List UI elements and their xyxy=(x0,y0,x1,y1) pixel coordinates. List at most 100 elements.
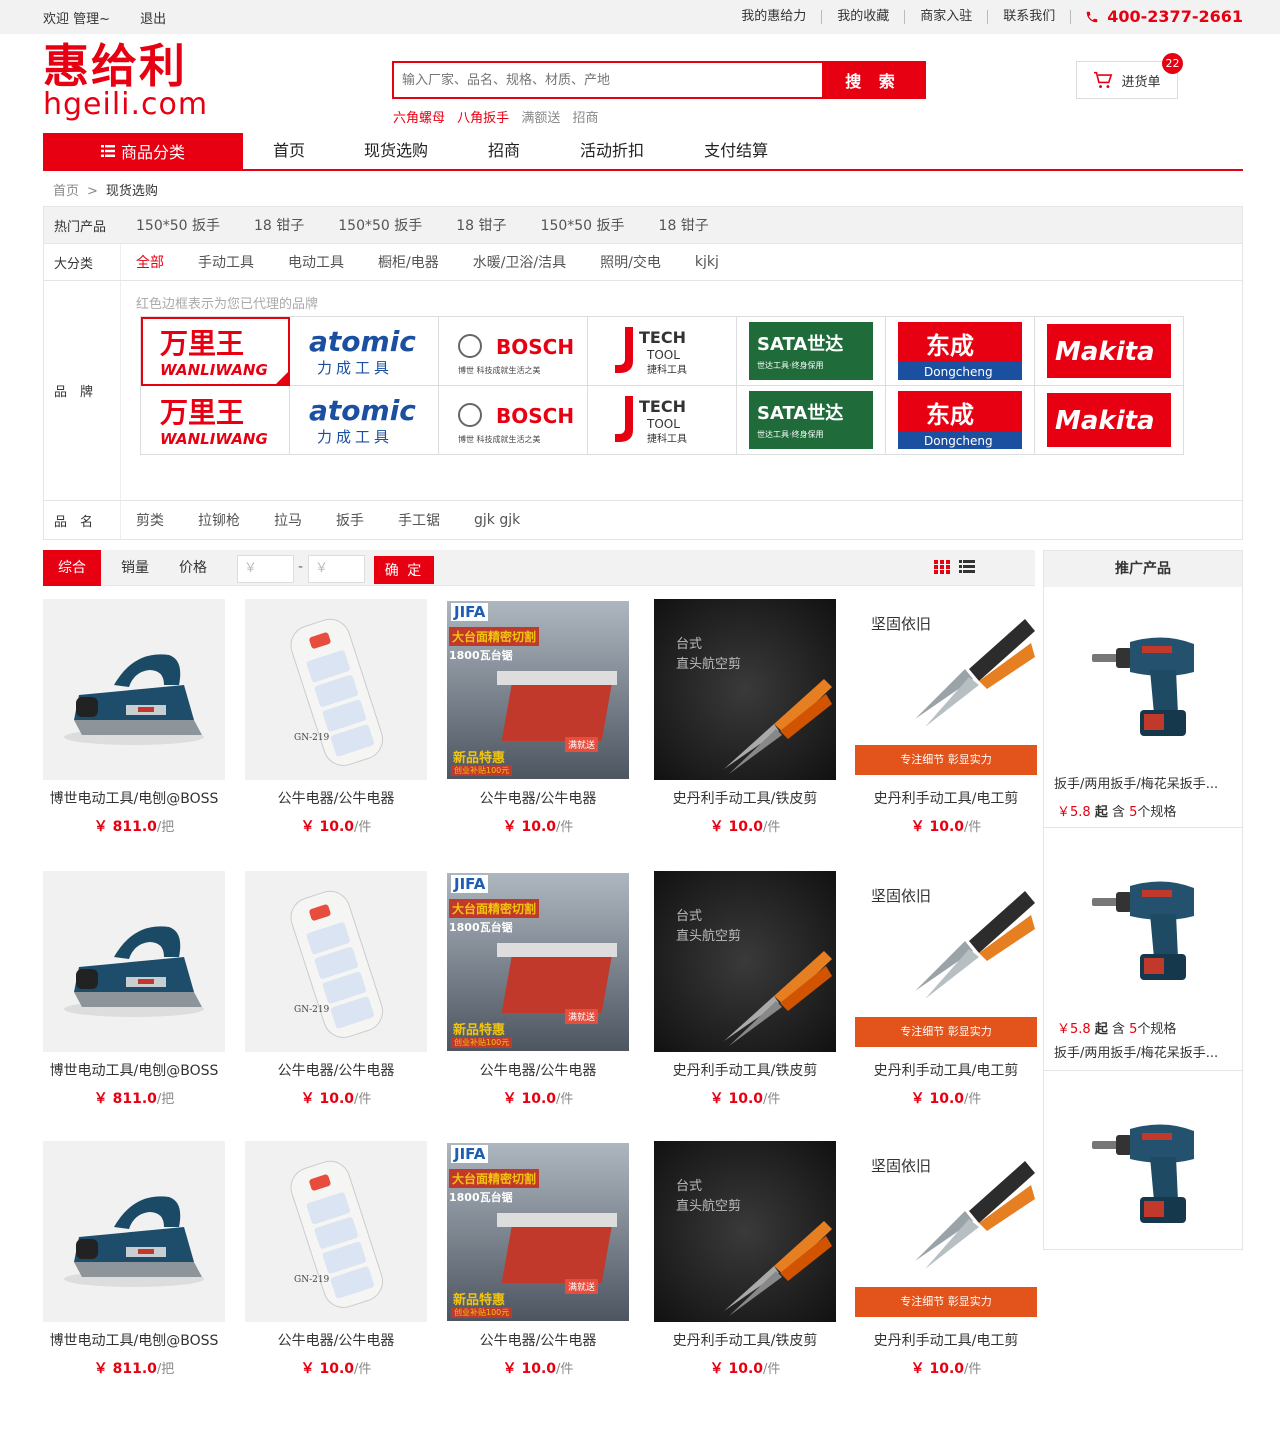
cart-button[interactable]: 进货单 22 xyxy=(1076,53,1183,99)
brand-option[interactable]: 东成 Dongcheng xyxy=(886,317,1035,386)
product-name[interactable]: 史丹利手动工具/铁皮剪 xyxy=(654,1330,836,1350)
brand-option[interactable]: TECH TOOL 捷科工具 xyxy=(588,317,737,386)
product-image[interactable] xyxy=(43,1141,225,1322)
nav-item-discount[interactable]: 活动折扣 xyxy=(580,133,644,169)
product-card[interactable]: 博世电动工具/电刨@BOSS ￥ 811.0/把 xyxy=(43,871,225,1111)
hot-keyword[interactable]: 招商 xyxy=(572,111,598,126)
product-card[interactable]: GN-219 公牛电器/公牛电器 ￥ 10.0/件 xyxy=(245,599,427,839)
price-confirm-button[interactable]: 确 定 xyxy=(374,556,434,584)
product-name-option[interactable]: 拉马 xyxy=(274,510,302,530)
my-account-link[interactable]: 我的惠给力 xyxy=(726,9,823,24)
product-name[interactable]: 公牛电器/公牛电器 xyxy=(245,788,427,808)
product-name-option[interactable]: 扳手 xyxy=(336,510,364,530)
promo-item[interactable] xyxy=(1044,1071,1243,1251)
product-card[interactable]: 台式 直头航空剪 史丹利手动工具/铁皮剪 ￥ 10.0/件 xyxy=(654,1141,836,1381)
product-card[interactable]: 坚固依旧 专注细节 彰显实力 史丹利手动工具/电工剪 ￥ 10.0/件 xyxy=(855,871,1037,1111)
breadcrumb-home[interactable]: 首页 xyxy=(53,184,79,199)
product-image[interactable]: 台式 直头航空剪 xyxy=(654,871,836,1052)
product-name[interactable]: 博世电动工具/电刨@BOSS xyxy=(43,788,225,808)
brand-option[interactable]: atomic 力成工具 xyxy=(290,317,439,386)
product-card[interactable]: 台式 直头航空剪 史丹利手动工具/铁皮剪 ￥ 10.0/件 xyxy=(654,599,836,839)
brand-option[interactable]: 万里王 WANLIWANG xyxy=(141,386,290,455)
brand-option[interactable]: BOSCH 博世 科技成就生活之美 xyxy=(439,317,588,386)
product-name-option[interactable]: gjk gjk xyxy=(474,512,520,528)
contact-link[interactable]: 联系我们 xyxy=(988,9,1072,24)
product-name[interactable]: 史丹利手动工具/电工剪 xyxy=(855,1060,1037,1080)
nav-item-invest[interactable]: 招商 xyxy=(488,133,520,169)
category-option[interactable]: kjkj xyxy=(695,254,719,270)
brand-option[interactable]: Makita xyxy=(1035,317,1184,386)
hot-product-item[interactable]: 150*50 扳手 xyxy=(541,215,625,235)
product-name[interactable]: 博世电动工具/电刨@BOSS xyxy=(43,1060,225,1080)
product-image[interactable]: 坚固依旧 专注细节 彰显实力 xyxy=(855,599,1037,780)
product-card[interactable]: JIFA 大台面精密切割 1800瓦台锯 新品特惠 满就送 创业补贴100元 公… xyxy=(447,1141,629,1381)
category-option[interactable]: 电动工具 xyxy=(288,252,344,272)
grid-view-icon[interactable] xyxy=(934,560,950,578)
product-image[interactable]: JIFA 大台面精密切割 1800瓦台锯 新品特惠 满就送 创业补贴100元 xyxy=(447,599,629,780)
product-card[interactable]: JIFA 大台面精密切割 1800瓦台锯 新品特惠 满就送 创业补贴100元 公… xyxy=(447,871,629,1111)
product-image[interactable]: GN-219 xyxy=(245,599,427,780)
sort-sales[interactable]: 销量 xyxy=(121,550,149,586)
product-name[interactable]: 史丹利手动工具/铁皮剪 xyxy=(654,788,836,808)
product-image[interactable]: GN-219 xyxy=(245,871,427,1052)
product-name[interactable]: 史丹利手动工具/铁皮剪 xyxy=(654,1060,836,1080)
product-image[interactable]: 坚固依旧 专注细节 彰显实力 xyxy=(855,1141,1037,1322)
favorites-link[interactable]: 我的收藏 xyxy=(822,9,906,24)
product-image[interactable]: JIFA 大台面精密切割 1800瓦台锯 新品特惠 满就送 创业补贴100元 xyxy=(447,871,629,1052)
product-name[interactable]: 公牛电器/公牛电器 xyxy=(447,788,629,808)
hot-product-item[interactable]: 150*50 扳手 xyxy=(136,215,220,235)
brand-option[interactable]: SATA世达 世达工具·终身保用 xyxy=(737,386,886,455)
hot-product-item[interactable]: 150*50 扳手 xyxy=(338,215,422,235)
product-image[interactable]: GN-219 xyxy=(245,1141,427,1322)
brand-option[interactable]: 万里王 WANLIWANG xyxy=(141,317,290,386)
category-option[interactable]: 照明/交电 xyxy=(600,252,661,272)
product-name[interactable]: 公牛电器/公牛电器 xyxy=(447,1060,629,1080)
product-card[interactable]: GN-219 公牛电器/公牛电器 ￥ 10.0/件 xyxy=(245,871,427,1111)
search-input[interactable] xyxy=(394,63,822,97)
nav-item-spot[interactable]: 现货选购 xyxy=(364,133,428,169)
hot-product-item[interactable]: 18 钳子 xyxy=(456,215,506,235)
brand-option[interactable]: BOSCH 博世 科技成就生活之美 xyxy=(439,386,588,455)
product-image[interactable] xyxy=(43,871,225,1052)
product-name-option[interactable]: 拉铆枪 xyxy=(198,510,240,530)
promo-item[interactable]: ￥5.8 起 含 5个规格 扳手/两用扳手/梅花呆扳手... xyxy=(1044,828,1243,1071)
product-name[interactable]: 公牛电器/公牛电器 xyxy=(245,1330,427,1350)
product-name[interactable]: 史丹利手动工具/电工剪 xyxy=(855,788,1037,808)
category-option[interactable]: 橱柜/电器 xyxy=(378,252,439,272)
product-image[interactable]: 台式 直头航空剪 xyxy=(654,599,836,780)
hot-keyword[interactable]: 六角螺母 xyxy=(393,111,445,126)
hot-product-item[interactable]: 18 钳子 xyxy=(254,215,304,235)
brand-option[interactable]: TECH TOOL 捷科工具 xyxy=(588,386,737,455)
category-menu-button[interactable]: 商品分类 xyxy=(43,133,243,169)
brand-option[interactable]: Makita xyxy=(1035,386,1184,455)
product-name[interactable]: 博世电动工具/电刨@BOSS xyxy=(43,1330,225,1350)
hot-product-item[interactable]: 18 钳子 xyxy=(659,215,709,235)
product-card[interactable]: 坚固依旧 专注细节 彰显实力 史丹利手动工具/电工剪 ￥ 10.0/件 xyxy=(855,599,1037,839)
merchant-join-link[interactable]: 商家入驻 xyxy=(905,9,989,24)
promo-item[interactable]: 扳手/两用扳手/梅花呆扳手... ￥5.8 起 含 5个规格 xyxy=(1044,587,1243,828)
logout-link[interactable]: 退出 xyxy=(140,12,166,27)
category-option[interactable]: 水暖/卫浴/洁具 xyxy=(473,252,566,272)
brand-option[interactable]: SATA世达 世达工具·终身保用 xyxy=(737,317,886,386)
product-card[interactable]: 台式 直头航空剪 史丹利手动工具/铁皮剪 ￥ 10.0/件 xyxy=(654,871,836,1111)
product-name-option[interactable]: 手工锯 xyxy=(398,510,440,530)
site-logo[interactable]: 惠给利 hgeili.com xyxy=(43,40,243,120)
product-name[interactable]: 公牛电器/公牛电器 xyxy=(245,1060,427,1080)
min-price-input[interactable]: ￥ xyxy=(237,555,294,583)
brand-option[interactable]: 东成 Dongcheng xyxy=(886,386,1035,455)
product-name[interactable]: 史丹利手动工具/电工剪 xyxy=(855,1330,1037,1350)
product-image[interactable]: 台式 直头航空剪 xyxy=(654,1141,836,1322)
list-view-icon[interactable] xyxy=(959,560,975,578)
product-card[interactable]: 博世电动工具/电刨@BOSS ￥ 811.0/把 xyxy=(43,1141,225,1381)
product-card[interactable]: GN-219 公牛电器/公牛电器 ￥ 10.0/件 xyxy=(245,1141,427,1381)
hot-keyword[interactable]: 满额送 xyxy=(521,111,560,126)
product-image[interactable]: 坚固依旧 专注细节 彰显实力 xyxy=(855,871,1037,1052)
nav-item-home[interactable]: 首页 xyxy=(273,133,305,169)
product-name[interactable]: 公牛电器/公牛电器 xyxy=(447,1330,629,1350)
product-name-option[interactable]: 剪类 xyxy=(136,510,164,530)
nav-item-payment[interactable]: 支付结算 xyxy=(704,133,768,169)
product-card[interactable]: 博世电动工具/电刨@BOSS ￥ 811.0/把 xyxy=(43,599,225,839)
sort-price[interactable]: 价格 xyxy=(179,550,207,586)
category-option-all[interactable]: 全部 xyxy=(136,252,164,272)
product-card[interactable]: 坚固依旧 专注细节 彰显实力 史丹利手动工具/电工剪 ￥ 10.0/件 xyxy=(855,1141,1037,1381)
